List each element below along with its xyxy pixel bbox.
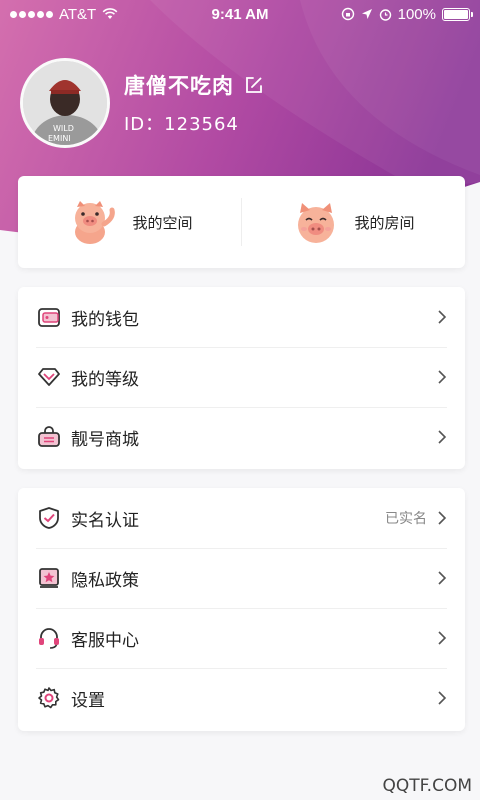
- star-book-icon: [36, 565, 62, 591]
- alarm-icon: [379, 8, 391, 21]
- menu-item-label: 我的钱包: [71, 309, 139, 330]
- chevron-right-icon: [438, 571, 447, 585]
- profile-name: 唐僧不吃肉: [124, 74, 234, 98]
- pig-waving-icon: [75, 201, 116, 244]
- status-time: 9:41 AM: [211, 5, 269, 23]
- menu-group-1: 我的钱包 我的等级 靓号商城: [18, 287, 465, 469]
- menu-item-label: 隐私政策: [71, 570, 139, 591]
- menu-item-real-name-verification[interactable]: 实名认证 已实名: [18, 488, 465, 548]
- menu-item-label: 实名认证: [71, 510, 139, 531]
- menu-item-label: 靓号商城: [71, 429, 139, 450]
- verification-status: 已实名: [385, 511, 427, 527]
- menu-item-privacy-policy[interactable]: 隐私政策: [18, 548, 465, 608]
- menu-item-customer-service[interactable]: 客服中心: [18, 608, 465, 668]
- avatar[interactable]: WILD EMINI: [20, 58, 110, 148]
- status-bar: AT&T 9:41 AM 100%: [0, 0, 480, 28]
- my-room-button[interactable]: 我的房间: [242, 176, 465, 268]
- chevron-right-icon: [438, 430, 447, 444]
- menu-item-level[interactable]: 我的等级: [18, 347, 465, 407]
- menu-item-label: 设置: [71, 690, 105, 711]
- menu-item-wallet[interactable]: 我的钱包: [18, 287, 465, 347]
- chevron-right-icon: [438, 310, 447, 324]
- headset-icon: [36, 625, 62, 651]
- menu-item-settings[interactable]: 设置: [18, 668, 465, 728]
- pig-face-icon: [298, 203, 335, 243]
- battery-percent: 100%: [397, 5, 436, 23]
- my-room-label: 我的房间: [354, 213, 415, 232]
- gear-icon: [36, 685, 62, 711]
- menu-item-label: 我的等级: [71, 369, 139, 390]
- signal-strength-icon: [10, 10, 53, 18]
- shield-check-icon: [36, 505, 62, 531]
- chevron-right-icon: [438, 511, 447, 525]
- chevron-right-icon: [438, 691, 447, 705]
- my-space-button[interactable]: 我的空间: [18, 176, 241, 268]
- svg-text:EMINI: EMINI: [48, 134, 71, 143]
- carrier-name: AT&T: [59, 5, 97, 23]
- watermark: QQTF.COM: [382, 776, 472, 796]
- menu-item-vanity-number-shop[interactable]: 靓号商城: [18, 407, 465, 467]
- avatar-shirt-print: WILD: [53, 124, 74, 133]
- menu-item-label: 客服中心: [71, 630, 139, 651]
- profile-id: ID：123564: [124, 114, 239, 135]
- profile-header: WILD EMINI 唐僧不吃肉 ID：123564: [20, 58, 264, 148]
- wifi-icon: [102, 8, 118, 19]
- chevron-right-icon: [438, 631, 447, 645]
- diamond-icon: [36, 364, 62, 390]
- location-icon: [361, 9, 372, 19]
- edit-icon[interactable]: [244, 75, 264, 95]
- shopping-basket-icon: [36, 424, 62, 450]
- chevron-right-icon: [438, 370, 447, 384]
- quick-actions-card: 我的空间 我的房间: [18, 176, 465, 268]
- my-space-label: 我的空间: [132, 213, 193, 232]
- rotation-lock-icon: [341, 7, 354, 21]
- battery-icon: [442, 7, 473, 21]
- wallet-icon: [36, 304, 62, 330]
- menu-group-2: 实名认证 已实名 隐私政策 客服中心 设置: [18, 488, 465, 731]
